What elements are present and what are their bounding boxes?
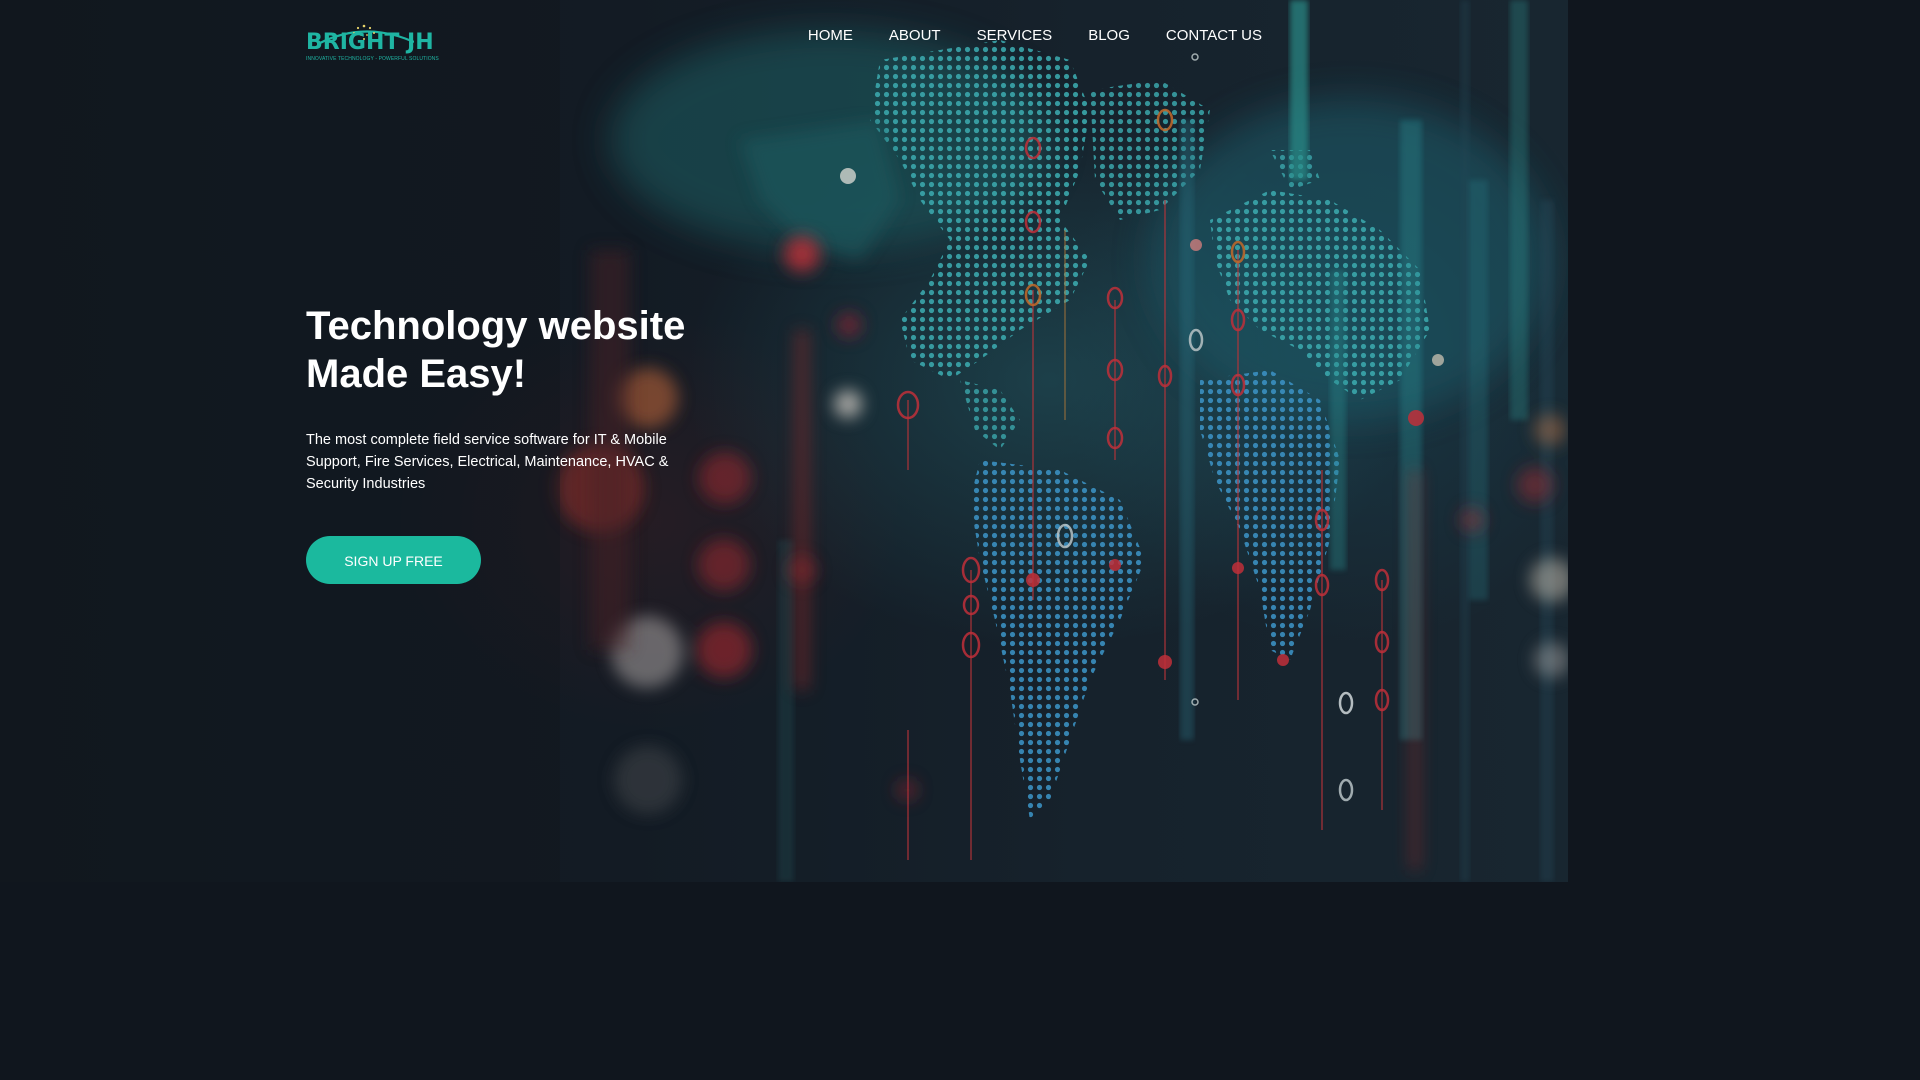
hero-title-line-1: Technology website [306,304,686,348]
world-map-background [0,0,1568,882]
brand-logo[interactable]: BRIGHT JH INNOVATIVE TECHNOLOGY - POWERF… [306,8,439,64]
nav-home[interactable]: HOME [808,26,853,46]
brand-name: BRIGHT JH [306,30,434,55]
main-navigation: HOME ABOUT SERVICES BLOG CONTACT US [772,26,1262,46]
nav-about[interactable]: ABOUT [889,26,941,46]
hero-title-line-2: Made Easy! [306,352,527,396]
hero-section: BRIGHT JH INNOVATIVE TECHNOLOGY - POWERF… [0,0,1568,882]
nav-blog[interactable]: BLOG [1088,26,1130,46]
nav-contact-us[interactable]: CONTACT US [1166,26,1262,46]
nav-services[interactable]: SERVICES [977,26,1053,46]
brand-tagline: INNOVATIVE TECHNOLOGY - POWERFUL SOLUTIO… [306,56,439,62]
hero-title: Technology website Made Easy! [306,302,685,398]
sign-up-free-button[interactable]: SIGN UP FREE [306,536,481,584]
hero-description: The most complete field service software… [306,432,669,492]
